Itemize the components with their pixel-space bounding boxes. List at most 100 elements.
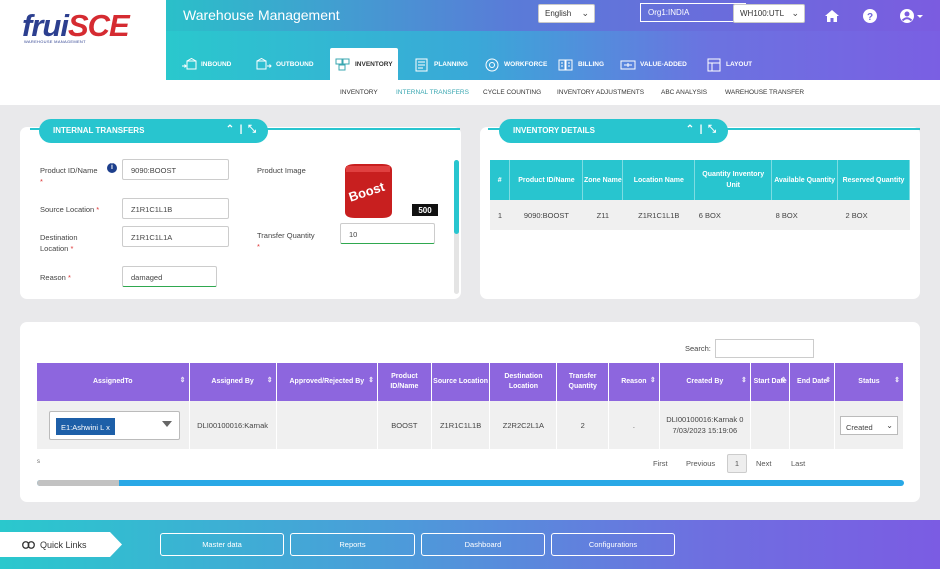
home-icon[interactable] [824, 8, 840, 24]
col-product[interactable]: Product ID/Name [377, 363, 432, 401]
col-assigned-to[interactable]: AssignedTo ⇕ [37, 363, 190, 401]
assigned-to-select[interactable]: E1:Ashwini L x [49, 410, 180, 440]
col-location: Location Name [622, 160, 696, 200]
col-reason[interactable]: Reason ⇕ [608, 363, 660, 401]
table-cell: BOOST [377, 401, 432, 449]
product-image-label: Product Image [257, 166, 306, 175]
col-end-date[interactable]: End Date ⇕ [789, 363, 835, 401]
table-header-row: AssignedTo ⇕ Assigned By ⇕ Approved/Reject… [37, 363, 904, 401]
help-icon[interactable]: ? [862, 8, 878, 24]
chevron-down-icon[interactable] [162, 420, 172, 427]
col-reserved: Reserved Quantity [837, 160, 910, 200]
main-nav: INBOUND OUTBOUND INVENTORY PLANNING WORK… [166, 31, 940, 80]
form-scrollbar[interactable] [454, 160, 459, 294]
source-label: Source Location * [40, 205, 100, 214]
user-icon[interactable] [899, 8, 923, 24]
submenu-item-cycle-counting[interactable]: CYCLE COUNTING [483, 89, 541, 96]
submenu-item-inventory[interactable]: INVENTORY [340, 89, 378, 96]
submenu-item-internal-transfers[interactable]: INTERNAL TRANSFERS [396, 89, 469, 96]
reason-input[interactable]: damaged [122, 266, 217, 287]
sort-icon: ⇕ [825, 377, 831, 384]
table-row[interactable]: E1:Ashwini L x DLI00100016:Karnak BOOST … [37, 401, 904, 449]
table-cell: Z1R1C1L1B [431, 401, 491, 449]
inventory-icon [335, 58, 350, 71]
tab-planning[interactable]: PLANNING [409, 49, 473, 80]
master-data-button[interactable]: Master data [160, 533, 284, 556]
value-added-icon [620, 60, 636, 69]
col-destination[interactable]: Destination Location [489, 363, 558, 401]
assigned-to-cell: E1:Ashwini L x [37, 401, 190, 449]
col-approved-by[interactable]: Approved/Rejected By ⇕ [276, 363, 379, 401]
submenu-item-inventory-adjustments[interactable]: INVENTORY ADJUSTMENTS [557, 89, 644, 96]
tab-label: PLANNING [434, 61, 468, 68]
sort-icon: ⇕ [894, 377, 900, 384]
inventory-details-table: # Product ID/Name Zone Name Location Nam… [490, 160, 910, 230]
product-input[interactable]: 9090:BOOST [122, 159, 229, 180]
layout-icon [707, 58, 721, 71]
sort-icon: ⇕ [780, 377, 787, 384]
header-bar: Warehouse Management English ⌄ Org1:INDI… [166, 0, 940, 31]
app-title: Warehouse Management [183, 7, 340, 23]
search-input[interactable] [715, 339, 814, 358]
reports-button[interactable]: Reports [290, 533, 415, 556]
info-icon[interactable]: i [107, 163, 117, 173]
tab-billing[interactable]: BILLING [553, 49, 609, 80]
submenu-item-abc-analysis[interactable]: ABC ANALYSIS [661, 89, 707, 96]
tab-label: INBOUND [201, 61, 232, 68]
tab-value-added[interactable]: VALUE-ADDED [615, 49, 692, 80]
configurations-button[interactable]: Configurations [551, 533, 675, 556]
table-cell: 6 BOX [694, 200, 772, 230]
col-start-date[interactable]: Start Date ⇕ [750, 363, 791, 401]
source-input[interactable]: Z1R1C1L1B [122, 198, 229, 219]
tab-inventory[interactable]: INVENTORY [330, 48, 398, 80]
submenu-item-warehouse-transfer[interactable]: WAREHOUSE TRANSFER [725, 89, 804, 96]
table-cell: 8 BOX [771, 200, 838, 230]
org-field[interactable]: Org1:INDIA [640, 3, 746, 22]
product-image: Boost 500 [345, 164, 438, 218]
table-info: s [37, 459, 40, 465]
col-quantity[interactable]: Transfer Quantity [556, 363, 610, 401]
tab-layout[interactable]: LAYOUT [701, 49, 757, 80]
table-cell: Z1R1C1L1B [622, 200, 695, 230]
scrollbar-thumb[interactable] [454, 160, 459, 234]
logo-accent: SCE [67, 8, 130, 43]
col-source[interactable]: Source Location [431, 363, 491, 401]
pagination-first[interactable]: First [653, 459, 668, 468]
tab-outbound[interactable]: OUTBOUND [251, 49, 319, 80]
pagination-next[interactable]: Next [756, 459, 771, 468]
pagination-last[interactable]: Last [791, 459, 805, 468]
pagination-previous[interactable]: Previous [686, 459, 715, 468]
col-status[interactable]: Status ⇕ [834, 363, 904, 401]
panel-controls[interactable]: ⌃ | ⤡ [686, 124, 716, 135]
org-value: Org1:INDIA [648, 8, 690, 17]
tab-label: VALUE-ADDED [640, 61, 687, 68]
col-created-by[interactable]: Created By ⇕ [659, 363, 751, 401]
transfer-quantity-label: Transfer Quantity * [257, 231, 315, 251]
tab-workforce[interactable]: WORKFORCE [479, 49, 552, 80]
transfers-table: AssignedTo ⇕ Assigned By ⇕ Approved/Reject… [37, 363, 904, 449]
chevron-down-icon: ⌄ [791, 8, 799, 18]
table-cell [276, 401, 379, 449]
transfer-quantity-input[interactable]: 10 [340, 223, 435, 244]
col-assigned-by[interactable]: Assigned By ⇕ [189, 363, 277, 401]
panel-controls[interactable]: ⌃ | ⤡ [226, 124, 256, 135]
language-select[interactable]: English ⌄ [538, 4, 595, 23]
dashboard-button[interactable]: Dashboard [421, 533, 545, 556]
table-row[interactable]: 1 9090:BOOST Z11 Z1R1C1L1B 6 BOX 8 BOX 2… [490, 200, 910, 230]
svg-text:500: 500 [418, 206, 432, 215]
panel-title: INTERNAL TRANSFERS [53, 126, 145, 135]
col-zone: Zone Name [582, 160, 624, 200]
table-cell: Z2R2C2L1A [489, 401, 558, 449]
table-horizontal-scrollbar[interactable] [37, 480, 904, 486]
tab-label: WORKFORCE [504, 61, 548, 68]
tab-inbound[interactable]: INBOUND [176, 49, 236, 80]
sort-icon: ⇕ [368, 377, 375, 384]
status-select[interactable]: Created ⌄ [840, 415, 898, 435]
warehouse-select[interactable]: WH100:UTL ⌄ [733, 4, 805, 23]
footer: Quick Links Master data Reports Dashboar… [0, 520, 940, 569]
chip-remove-icon[interactable]: x [106, 423, 110, 432]
pagination-current[interactable]: 1 [727, 454, 747, 473]
destination-input[interactable]: Z1R1C1L1A [122, 226, 229, 247]
destination-label: Destination Location * [40, 233, 78, 253]
quick-links[interactable]: Quick Links [0, 532, 122, 557]
